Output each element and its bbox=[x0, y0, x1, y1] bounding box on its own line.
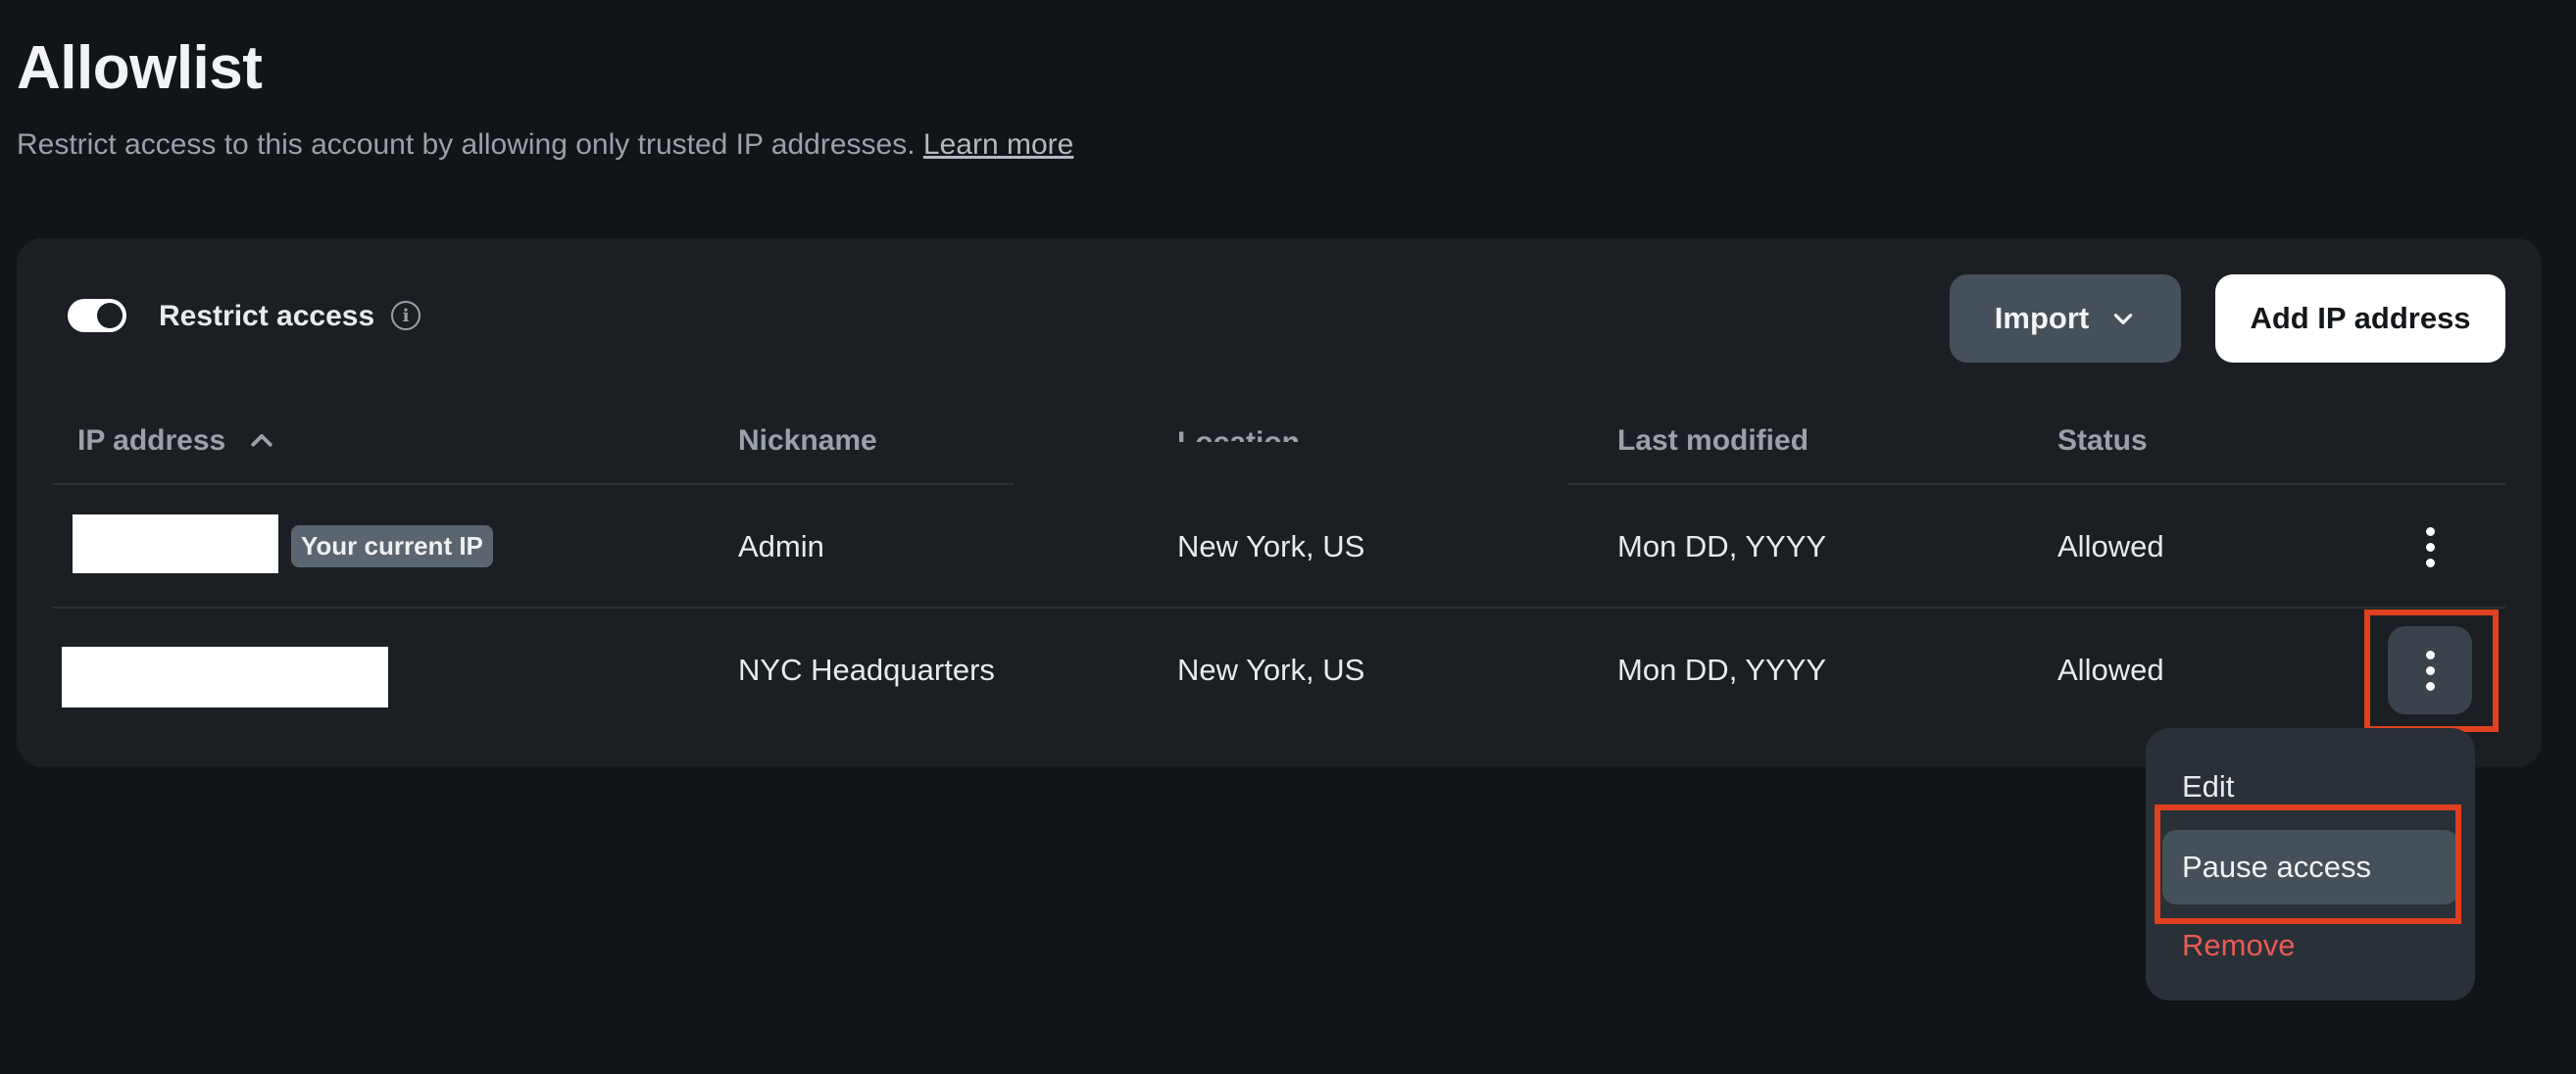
info-icon[interactable]: i bbox=[391, 301, 421, 330]
column-header-ip-address[interactable]: IP address bbox=[77, 424, 276, 458]
status-cell: Allowed bbox=[2057, 653, 2164, 687]
allowlist-page: Allowlist Restrict access to this accoun… bbox=[0, 0, 2576, 1074]
header-divider-left bbox=[52, 483, 1015, 485]
more-vertical-icon[interactable] bbox=[2388, 503, 2472, 591]
chevron-up-icon bbox=[251, 434, 272, 447]
kebab-highlight-box bbox=[2364, 610, 2499, 732]
last-modified-cell: Mon DD, YYYY bbox=[1617, 653, 1827, 687]
restrict-access-label: Restrict access bbox=[159, 300, 375, 332]
menu-item-remove[interactable]: Remove bbox=[2146, 928, 2475, 963]
pause-access-highlight-box bbox=[2155, 805, 2461, 924]
restrict-access-toggle[interactable] bbox=[68, 299, 126, 332]
nickname-cell: NYC Headquarters bbox=[738, 653, 995, 687]
header-divider-right bbox=[1568, 483, 2505, 485]
column-header-nickname[interactable]: Nickname bbox=[738, 424, 877, 458]
page-title: Allowlist bbox=[17, 34, 263, 102]
nickname-cell: Admin bbox=[738, 529, 824, 563]
subtitle-text: Restrict access to this account by allow… bbox=[17, 128, 916, 161]
status-cell: Allowed bbox=[2057, 529, 2164, 563]
row-divider bbox=[52, 607, 2505, 609]
import-label: Import bbox=[1994, 301, 2090, 335]
location-cell: New York, US bbox=[1177, 529, 1365, 563]
menu-item-edit[interactable]: Edit bbox=[2146, 769, 2475, 805]
column-header-status[interactable]: Status bbox=[2057, 424, 2148, 458]
toggle-knob bbox=[97, 303, 123, 328]
current-ip-badge: Your current IP bbox=[291, 525, 493, 567]
allowlist-card: Restrict access i Import Add IP address … bbox=[17, 238, 2542, 767]
column-header-ip-label: IP address bbox=[77, 424, 226, 457]
redacted-ip-address bbox=[62, 647, 388, 708]
last-modified-cell: Mon DD, YYYY bbox=[1617, 529, 1827, 563]
import-button[interactable]: Import bbox=[1950, 274, 2181, 363]
column-header-last-modified[interactable]: Last modified bbox=[1617, 424, 1808, 458]
location-cell: New York, US bbox=[1177, 653, 1365, 687]
learn-more-link[interactable]: Learn more bbox=[923, 128, 1073, 161]
chevron-down-icon bbox=[2114, 314, 2133, 324]
add-ip-address-button[interactable]: Add IP address bbox=[2215, 274, 2505, 363]
page-subtitle: Restrict access to this account by allow… bbox=[17, 128, 1073, 162]
column-header-location[interactable]: Location bbox=[1177, 426, 1300, 442]
redacted-ip-address bbox=[73, 514, 278, 573]
